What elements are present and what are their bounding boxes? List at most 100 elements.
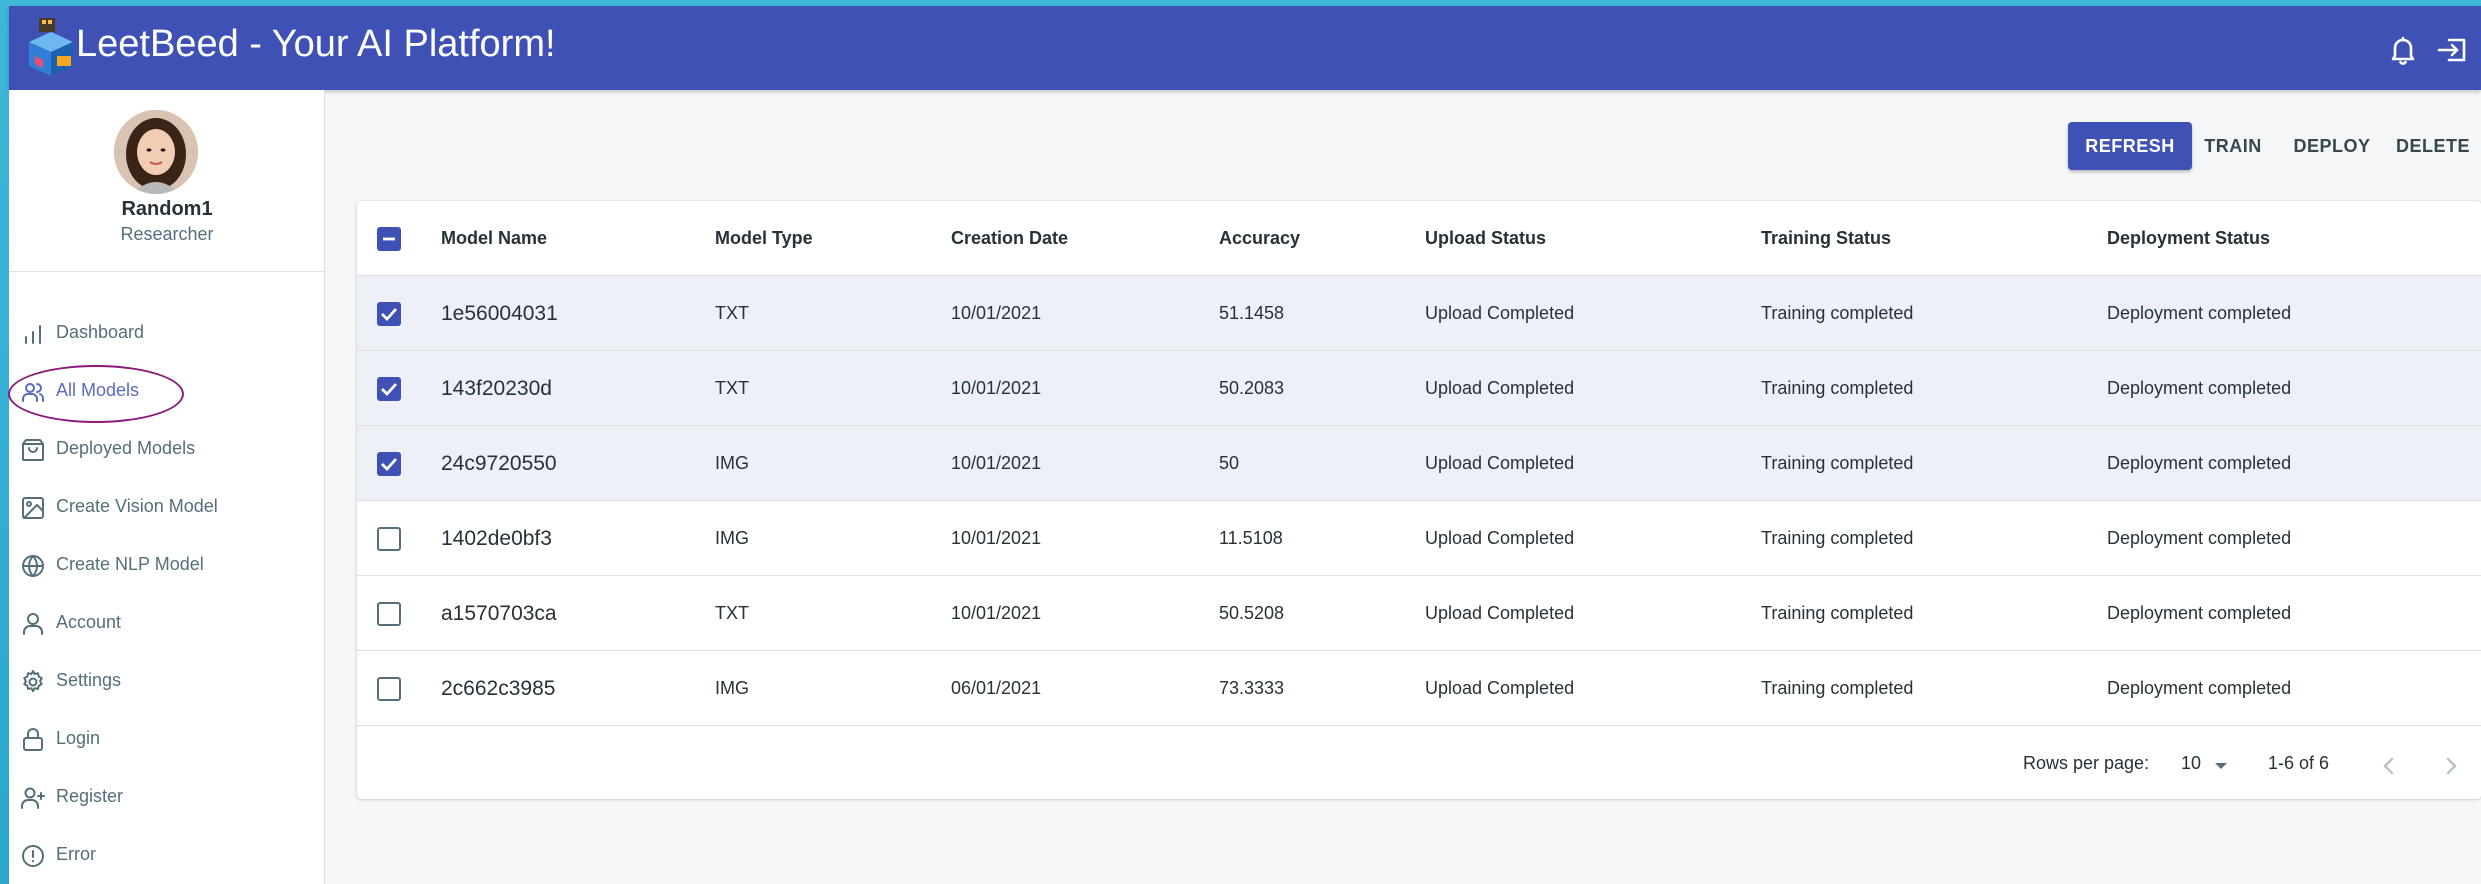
caret-down-icon — [2215, 763, 2227, 769]
column-header-training-status[interactable]: Training Status — [1761, 201, 1891, 276]
sidebar-item-register[interactable]: Register — [9, 771, 325, 823]
sidebar-item-login[interactable]: Login — [9, 713, 325, 765]
train-button[interactable]: TRAIN — [2197, 122, 2269, 170]
cell-model-name: 1e56004031 — [441, 302, 558, 325]
deploy-button[interactable]: DEPLOY — [2286, 122, 2378, 170]
cell-model-type: TXT — [715, 303, 749, 323]
select-all-checkbox[interactable] — [377, 227, 401, 251]
cell-training-status: Training completed — [1761, 678, 1914, 698]
cell-upload-status: Upload Completed — [1425, 303, 1575, 323]
table-header-row: Model Name Model Type Creation Date Accu… — [357, 201, 2481, 276]
app-logo-icon — [21, 16, 79, 78]
cell-creation-date: 10/01/2021 — [951, 378, 1042, 398]
user-icon — [20, 611, 46, 637]
cell-accuracy: 73.3333 — [1219, 678, 1285, 698]
column-header-deployment-status[interactable]: Deployment Status — [2107, 201, 2270, 276]
column-header-accuracy[interactable]: Accuracy — [1219, 201, 1300, 276]
sidebar-item-label: Account — [56, 612, 122, 632]
cell-model-name: a1570703ca — [441, 602, 557, 625]
cell-model-type: IMG — [715, 453, 749, 473]
previous-page-icon[interactable] — [2372, 749, 2406, 783]
cell-training-status: Training completed — [1761, 603, 1914, 623]
lock-icon — [20, 727, 46, 753]
avatar[interactable] — [114, 110, 198, 194]
sidebar-item-create-vision-model[interactable]: Create Vision Model — [9, 481, 325, 533]
cell-training-status: Training completed — [1761, 528, 1914, 548]
row-checkbox[interactable] — [377, 677, 401, 701]
cell-training-status: Training completed — [1761, 378, 1914, 398]
table-row[interactable]: 143f20230d TXT 10/01/2021 50.2083 Upload… — [357, 351, 2481, 426]
row-checkbox[interactable] — [377, 302, 401, 326]
cell-accuracy: 50 — [1219, 453, 1240, 473]
rows-per-page-label: Rows per page: — [2023, 753, 2150, 773]
table-pagination: Rows per page: 10 1-6 of 6 — [357, 729, 2481, 799]
sidebar-item-label: All Models — [56, 380, 140, 400]
cell-creation-date: 10/01/2021 — [951, 453, 1042, 473]
bar-chart-icon — [20, 321, 46, 347]
sidebar-item-label: Create NLP Model — [56, 554, 204, 574]
cell-accuracy: 51.1458 — [1219, 303, 1285, 323]
notifications-bell-icon[interactable] — [2383, 30, 2423, 70]
table-row[interactable]: 1e56004031 TXT 10/01/2021 51.1458 Upload… — [357, 276, 2481, 351]
sidebar-item-label: Deployed Models — [56, 438, 196, 458]
sidebar-item-label: Register — [56, 786, 124, 806]
table-row[interactable]: a1570703ca TXT 10/01/2021 50.5208 Upload… — [357, 576, 2481, 651]
shopping-bag-icon — [20, 437, 46, 463]
profile-role: Researcher — [120, 224, 214, 244]
table-row[interactable]: 24c9720550 IMG 10/01/2021 50 Upload Comp… — [357, 426, 2481, 501]
models-table: Model Name Model Type Creation Date Accu… — [357, 201, 2481, 799]
cell-deployment-status: Deployment completed — [2107, 528, 2292, 548]
cell-model-name: 1402de0bf3 — [441, 527, 552, 550]
column-header-model-name[interactable]: Model Name — [441, 201, 547, 276]
settings-icon — [20, 669, 46, 695]
cell-deployment-status: Deployment completed — [2107, 303, 2292, 323]
sidebar-item-create-nlp-model[interactable]: Create NLP Model — [9, 539, 325, 591]
cell-deployment-status: Deployment completed — [2107, 453, 2292, 473]
cell-model-name: 2c662c3985 — [441, 677, 556, 700]
sidebar-item-error[interactable]: Error — [9, 829, 325, 881]
cell-creation-date: 10/01/2021 — [951, 603, 1042, 623]
sidebar-item-settings[interactable]: Settings — [9, 655, 325, 707]
cell-model-type: TXT — [715, 603, 749, 623]
column-header-upload-status[interactable]: Upload Status — [1425, 201, 1546, 276]
logout-icon[interactable] — [2433, 30, 2473, 70]
sidebar-item-dashboard[interactable]: Dashboard — [9, 307, 325, 359]
column-header-model-type[interactable]: Model Type — [715, 201, 813, 276]
row-checkbox[interactable] — [377, 602, 401, 626]
window-frame-left — [0, 0, 9, 884]
delete-button[interactable]: DELETE — [2390, 122, 2476, 170]
sidebar-item-label: Create Vision Model — [56, 496, 218, 516]
table-row[interactable]: 2c662c3985 IMG 06/01/2021 73.3333 Upload… — [357, 651, 2481, 726]
cell-accuracy: 11.5108 — [1219, 528, 1283, 548]
rows-per-page-select[interactable]: 10 — [2173, 745, 2235, 783]
sidebar-item-deployed-models[interactable]: Deployed Models — [9, 423, 325, 475]
row-checkbox[interactable] — [377, 527, 401, 551]
cell-accuracy: 50.2083 — [1219, 378, 1285, 398]
cell-deployment-status: Deployment completed — [2107, 678, 2292, 698]
cell-model-type: TXT — [715, 378, 749, 398]
sidebar: Random1 Researcher Dashboard All Models … — [8, 90, 325, 884]
profile-name: Random1 — [121, 198, 213, 220]
refresh-button[interactable]: REFRESH — [2068, 122, 2192, 170]
cell-deployment-status: Deployment completed — [2107, 603, 2292, 623]
cell-deployment-status: Deployment completed — [2107, 378, 2292, 398]
users-icon — [20, 379, 46, 405]
next-page-icon[interactable] — [2434, 749, 2468, 783]
row-checkbox[interactable] — [377, 377, 401, 401]
cell-creation-date: 10/01/2021 — [951, 528, 1042, 548]
rows-per-page-value: 10 — [2181, 753, 2202, 773]
cell-creation-date: 10/01/2021 — [951, 303, 1042, 323]
sidebar-item-all-models[interactable]: All Models — [9, 365, 325, 417]
user-profile: Random1 Researcher — [9, 90, 325, 272]
pagination-range: 1-6 of 6 — [2268, 753, 2330, 773]
column-header-creation-date[interactable]: Creation Date — [951, 201, 1068, 276]
table-row[interactable]: 1402de0bf3 IMG 10/01/2021 11.5108 Upload… — [357, 501, 2481, 576]
cell-model-name: 24c9720550 — [441, 452, 557, 475]
cell-model-type: IMG — [715, 678, 749, 698]
row-checkbox[interactable] — [377, 452, 401, 476]
sidebar-item-label: Error — [56, 844, 96, 864]
cell-upload-status: Upload Completed — [1425, 528, 1575, 548]
sidebar-item-account[interactable]: Account — [9, 597, 325, 649]
alert-circle-icon — [20, 843, 46, 869]
sidebar-item-label: Login — [56, 728, 101, 748]
